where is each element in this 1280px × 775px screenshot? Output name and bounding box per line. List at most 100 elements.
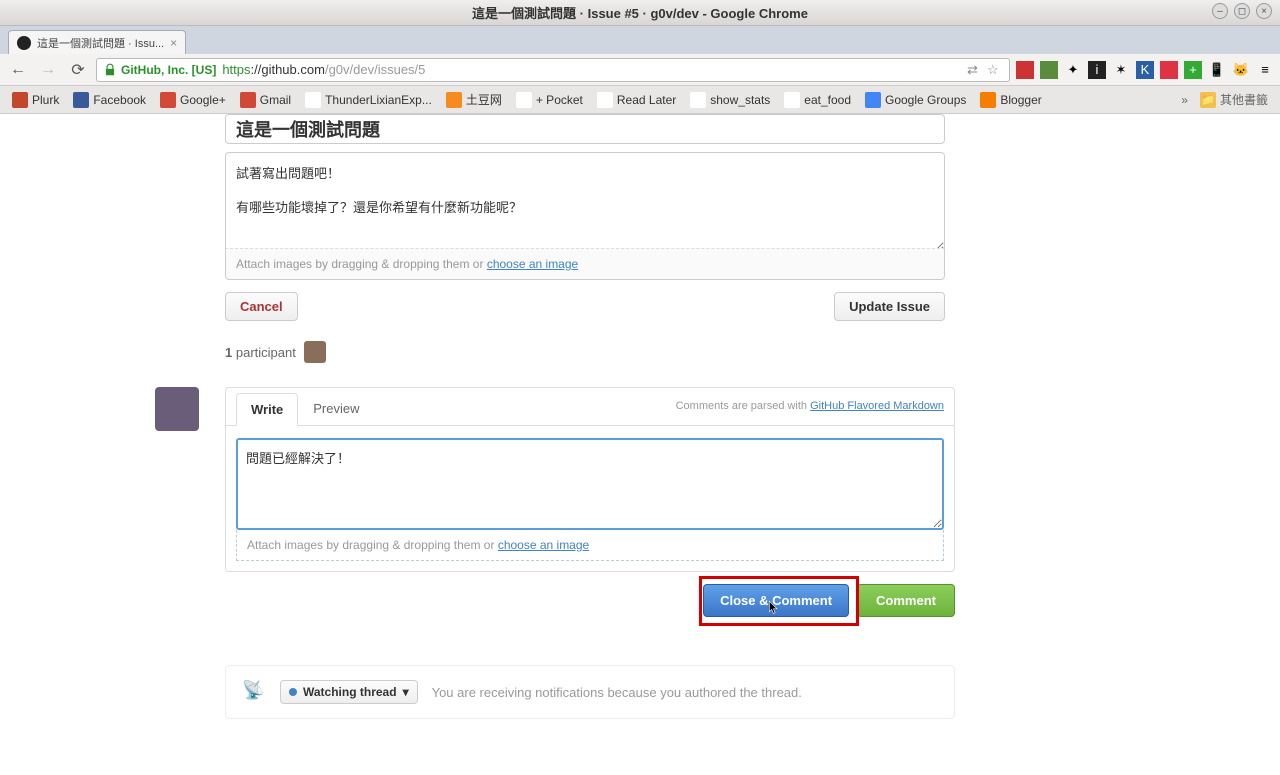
- bookmark-item[interactable]: Plurk: [6, 88, 65, 111]
- bookmark-label: ThunderLixianExp...: [325, 93, 432, 107]
- browser-tab[interactable]: 這是一個測試問題 · Issu... ×: [8, 30, 186, 54]
- choose-image-link[interactable]: choose an image: [487, 257, 578, 271]
- url-scheme: https: [222, 62, 250, 77]
- url-box[interactable]: GitHub, Inc. [US] https ://github.com /g…: [96, 58, 1010, 82]
- tab-close-icon[interactable]: ×: [170, 36, 177, 50]
- bookmark-favicon-icon: [240, 92, 256, 108]
- broadcast-icon: 📡: [242, 680, 266, 704]
- url-host: ://github.com: [251, 62, 325, 77]
- bookmark-overflow[interactable]: »: [1181, 93, 1188, 107]
- participant-count: 1: [225, 345, 232, 360]
- bookmark-favicon-icon: [865, 92, 881, 108]
- bookmark-favicon-icon: [446, 92, 462, 108]
- attach-text: Attach images by dragging & dropping the…: [247, 538, 498, 552]
- bookmark-label: Google Groups: [885, 93, 966, 107]
- other-bookmarks-label: 其他書籤: [1220, 91, 1268, 108]
- reload-button[interactable]: ⟳: [66, 58, 90, 82]
- bookmark-label: Google+: [180, 93, 226, 107]
- bookmark-favicon-icon: [980, 92, 996, 108]
- tab-preview[interactable]: Preview: [298, 392, 374, 425]
- ext-icon[interactable]: K: [1136, 61, 1154, 79]
- bookmark-item[interactable]: ThunderLixianExp...: [299, 88, 438, 111]
- bookmark-favicon-icon: [784, 92, 800, 108]
- bookmark-item[interactable]: Facebook: [67, 88, 152, 111]
- participant-label: participant: [236, 345, 296, 360]
- window-title: 這是一個測試問題 · Issue #5 · g0v/dev - Google C…: [472, 3, 808, 22]
- bookmark-favicon-icon: [305, 92, 321, 108]
- bookmark-item[interactable]: Blogger: [974, 88, 1047, 111]
- window-controls: – ◻ ×: [1212, 3, 1272, 19]
- attach-bar[interactable]: Attach images by dragging & dropping the…: [225, 248, 945, 280]
- bookmark-label: Facebook: [93, 93, 146, 107]
- window-titlebar: 這是一個測試問題 · Issue #5 · g0v/dev - Google C…: [0, 0, 1280, 26]
- comment-textarea[interactable]: 問題已經解決了！: [236, 438, 944, 530]
- lock-icon: [103, 63, 117, 77]
- ext-icon[interactable]: [1160, 61, 1178, 79]
- star-icon[interactable]: ☆: [987, 62, 1003, 78]
- forward-button[interactable]: →: [36, 58, 60, 82]
- bookmark-item[interactable]: 土豆网: [440, 88, 508, 111]
- bookmark-item[interactable]: Google Groups: [859, 88, 972, 111]
- chevron-down-icon: ▾: [403, 685, 409, 699]
- attach-text: Attach images by dragging & dropping the…: [236, 257, 487, 271]
- ext-icon[interactable]: ✦: [1064, 61, 1082, 79]
- update-issue-button[interactable]: Update Issue: [834, 292, 945, 321]
- back-button[interactable]: ←: [6, 58, 30, 82]
- gfm-link[interactable]: GitHub Flavored Markdown: [810, 400, 944, 412]
- bookmark-label: eat_food: [804, 93, 851, 107]
- issue-title-input[interactable]: [225, 114, 945, 144]
- close-and-comment-button[interactable]: Close & Comment: [703, 584, 849, 617]
- bookmark-favicon-icon: [73, 92, 89, 108]
- bookmark-label: 土豆网: [466, 91, 502, 108]
- ext-icon[interactable]: [1016, 61, 1034, 79]
- ext-icon[interactable]: 🐱: [1232, 61, 1250, 79]
- bookmark-label: + Pocket: [536, 93, 583, 107]
- bookmark-item[interactable]: Gmail: [234, 88, 297, 111]
- bookmark-label: show_stats: [710, 93, 770, 107]
- bookmark-item[interactable]: Read Later: [591, 88, 682, 111]
- bookmark-item[interactable]: show_stats: [684, 88, 776, 111]
- ext-icon[interactable]: i: [1088, 61, 1106, 79]
- bookmark-item[interactable]: eat_food: [778, 88, 857, 111]
- ext-icon[interactable]: [1040, 61, 1058, 79]
- bookmark-favicon-icon: [516, 92, 532, 108]
- watching-thread-button[interactable]: Watching thread ▾: [280, 680, 418, 704]
- bookmark-label: Read Later: [617, 93, 676, 107]
- ev-badge: GitHub, Inc. [US]: [121, 63, 216, 77]
- tab-label: 這是一個測試問題 · Issu...: [37, 35, 164, 51]
- participants-row: 1 participant: [225, 341, 945, 363]
- watch-reason: You are receiving notifications because …: [432, 685, 802, 700]
- bookmark-label: Gmail: [260, 93, 291, 107]
- menu-icon[interactable]: ≡: [1256, 61, 1274, 79]
- issue-body-textarea[interactable]: 試著寫出問題吧！ 有哪些功能壞掉了？還是你希望有什麼新功能呢？: [225, 152, 945, 252]
- ext-icon[interactable]: +: [1184, 61, 1202, 79]
- ext-icon[interactable]: 📱: [1208, 61, 1226, 79]
- status-dot-icon: [289, 688, 297, 696]
- comment-attach-bar[interactable]: Attach images by dragging & dropping the…: [236, 530, 944, 561]
- comment-button[interactable]: Comment: [857, 584, 955, 617]
- bookmark-item[interactable]: Google+: [154, 88, 232, 111]
- translate-icon[interactable]: ⇄: [967, 62, 983, 78]
- close-window-icon[interactable]: ×: [1256, 3, 1272, 19]
- ext-icon[interactable]: ✶: [1112, 61, 1130, 79]
- other-bookmarks-folder[interactable]: 📁 其他書籤: [1194, 88, 1274, 111]
- tab-write[interactable]: Write: [236, 393, 298, 426]
- comment-box: Write Preview Comments are parsed with G…: [225, 387, 955, 572]
- bookmark-label: Plurk: [32, 93, 59, 107]
- user-avatar[interactable]: [155, 387, 199, 431]
- markdown-hint: Comments are parsed with GitHub Flavored…: [676, 400, 944, 412]
- participant-avatar[interactable]: [304, 341, 326, 363]
- tab-strip: 這是一個測試問題 · Issu... ×: [0, 26, 1280, 54]
- cancel-button[interactable]: Cancel: [225, 292, 298, 321]
- choose-image-link[interactable]: choose an image: [498, 538, 589, 552]
- url-path: /g0v/dev/issues/5: [325, 62, 425, 77]
- bookmark-item[interactable]: + Pocket: [510, 88, 589, 111]
- bookmark-bar: Plurk Facebook Google+ Gmail ThunderLixianEx…: [0, 86, 1280, 114]
- tab-favicon-icon: [17, 36, 31, 50]
- watch-button-label: Watching thread: [303, 685, 397, 699]
- watch-footer: 📡 Watching thread ▾ You are receiving no…: [225, 665, 955, 719]
- maximize-icon[interactable]: ◻: [1234, 3, 1250, 19]
- bookmark-label: Blogger: [1000, 93, 1041, 107]
- page-viewport[interactable]: 試著寫出問題吧！ 有哪些功能壞掉了？還是你希望有什麼新功能呢？ Attach i…: [0, 114, 1280, 775]
- minimize-icon[interactable]: –: [1212, 3, 1228, 19]
